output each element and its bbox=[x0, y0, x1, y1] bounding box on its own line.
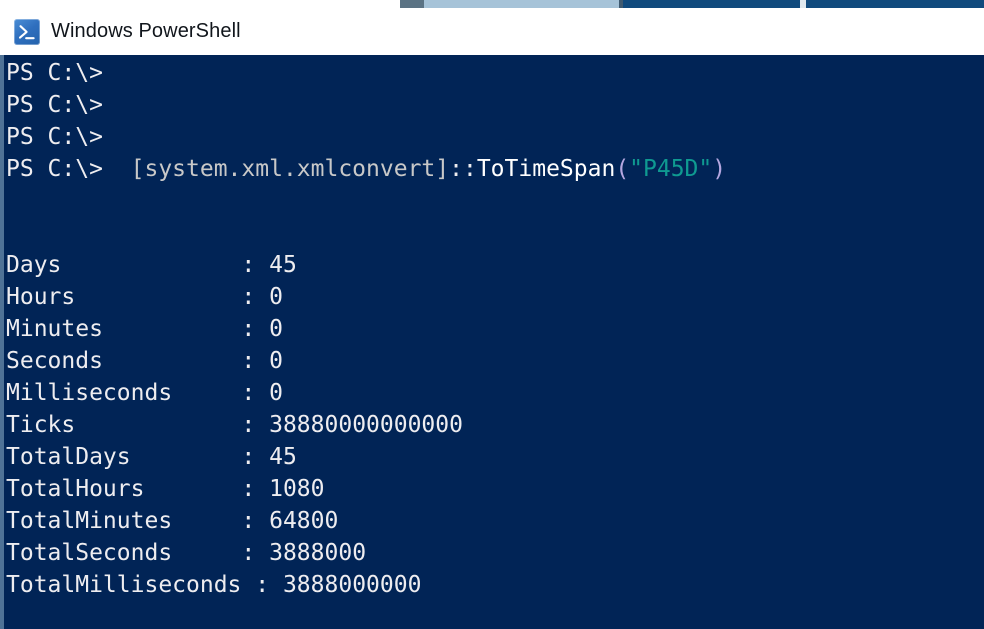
console-output-row: TotalDays : 45 bbox=[4, 441, 984, 473]
output-property-name: TotalSeconds bbox=[6, 540, 241, 566]
output-property-value: 64800 bbox=[269, 508, 338, 534]
console-frame: PS C:\>PS C:\>PS C:\>PS C:\> [system.xml… bbox=[0, 55, 984, 629]
output-property-name: TotalDays bbox=[6, 444, 241, 470]
command-open-paren: ( bbox=[615, 156, 629, 182]
command-string-argument: "P45D" bbox=[629, 156, 712, 182]
command-accessor: :: bbox=[449, 156, 477, 182]
output-property-value: 38880000000000 bbox=[269, 412, 463, 438]
prompt-text: PS C:\> bbox=[6, 156, 131, 182]
output-property-name: Ticks bbox=[6, 412, 241, 438]
output-separator: : bbox=[241, 316, 269, 342]
console-output-row: Ticks : 38880000000000 bbox=[4, 409, 984, 441]
console-output-row: TotalHours : 1080 bbox=[4, 473, 984, 505]
command-close-paren: ) bbox=[712, 156, 726, 182]
output-property-name: Days bbox=[6, 252, 241, 278]
output-property-value: 3888000 bbox=[269, 540, 366, 566]
output-separator: : bbox=[241, 380, 269, 406]
output-property-name: TotalMinutes bbox=[6, 508, 241, 534]
output-property-name: TotalMilliseconds bbox=[6, 572, 255, 598]
output-property-value: 45 bbox=[269, 252, 297, 278]
output-separator: : bbox=[241, 444, 269, 470]
prompt-text: PS C:\> bbox=[6, 92, 103, 118]
output-property-value: 1080 bbox=[269, 476, 324, 502]
tabstrip-left-segment bbox=[400, 0, 424, 8]
output-property-name: Hours bbox=[6, 284, 241, 310]
output-separator: : bbox=[241, 348, 269, 374]
output-property-name: Milliseconds bbox=[6, 380, 241, 406]
console-output-row: Milliseconds : 0 bbox=[4, 377, 984, 409]
output-property-name: TotalHours bbox=[6, 476, 241, 502]
powershell-window: Windows PowerShell PS C:\>PS C:\>PS C:\>… bbox=[0, 0, 984, 629]
output-separator: : bbox=[241, 252, 269, 278]
output-separator: : bbox=[241, 540, 269, 566]
console-output-row: Minutes : 0 bbox=[4, 313, 984, 345]
command-method-name: ToTimeSpan bbox=[477, 156, 615, 182]
console-prompt-line: PS C:\> bbox=[4, 121, 984, 153]
prompt-text: PS C:\> bbox=[6, 124, 103, 150]
output-property-value: 0 bbox=[269, 284, 283, 310]
output-separator: : bbox=[255, 572, 283, 598]
output-property-value: 3888000000 bbox=[283, 572, 421, 598]
console-output-area[interactable]: PS C:\>PS C:\>PS C:\>PS C:\> [system.xml… bbox=[4, 55, 984, 629]
console-blank-line bbox=[4, 217, 984, 249]
prompt-text: PS C:\> bbox=[6, 60, 103, 86]
console-blank-line bbox=[4, 185, 984, 217]
console-output-row: Days : 45 bbox=[4, 249, 984, 281]
background-browser-tabstrip bbox=[0, 0, 984, 8]
console-output-row: Seconds : 0 bbox=[4, 345, 984, 377]
output-property-name: Minutes bbox=[6, 316, 241, 342]
output-property-value: 0 bbox=[269, 380, 283, 406]
window-title: Windows PowerShell bbox=[51, 20, 241, 43]
output-property-value: 45 bbox=[269, 444, 297, 470]
console-output-row: TotalMilliseconds : 3888000000 bbox=[4, 569, 984, 601]
powershell-icon bbox=[14, 19, 40, 45]
tabstrip-active-tab[interactable] bbox=[424, 0, 619, 8]
output-separator: : bbox=[241, 412, 269, 438]
output-separator: : bbox=[241, 284, 269, 310]
window-titlebar[interactable]: Windows PowerShell bbox=[0, 8, 984, 55]
output-separator: : bbox=[241, 508, 269, 534]
console-output-row: TotalSeconds : 3888000 bbox=[4, 537, 984, 569]
command-type-expression: [system.xml.xmlconvert] bbox=[131, 156, 450, 182]
console-output-row: Hours : 0 bbox=[4, 281, 984, 313]
output-property-value: 0 bbox=[269, 316, 283, 342]
console-prompt-line: PS C:\> bbox=[4, 89, 984, 121]
output-separator: : bbox=[241, 476, 269, 502]
output-property-name: Seconds bbox=[6, 348, 241, 374]
console-output-row: TotalMinutes : 64800 bbox=[4, 505, 984, 537]
console-prompt-line: PS C:\> bbox=[4, 57, 984, 89]
console-command-line: PS C:\> [system.xml.xmlconvert]::ToTimeS… bbox=[4, 153, 984, 185]
output-property-value: 0 bbox=[269, 348, 283, 374]
tabstrip-indicator-dot bbox=[800, 0, 806, 8]
